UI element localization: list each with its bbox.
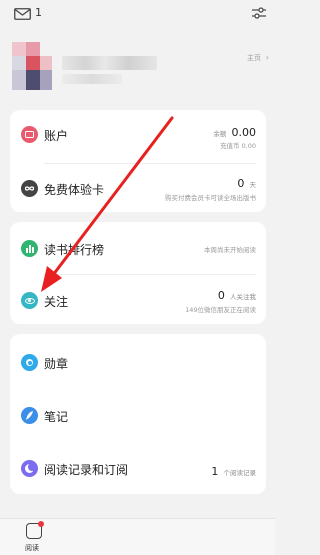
moon-icon: [21, 460, 38, 477]
divider: [44, 274, 256, 275]
balance-value: 0.00: [231, 126, 257, 139]
records-suffix: 个阅读记录: [223, 469, 257, 477]
trial-card-label: 免费体验卡: [44, 183, 105, 197]
username-blurred: [62, 56, 157, 70]
account-row[interactable]: 账户 余额 0.00 充值币 0.00: [10, 116, 266, 152]
reading-ranking-row[interactable]: 读书排行榜 本周尚未开始阅读: [10, 230, 266, 266]
reading-ranking-label: 读书排行榜: [44, 243, 105, 257]
wallet-icon: [21, 126, 38, 143]
badges-label: 勋章: [44, 357, 69, 371]
reading-records-label: 阅读记录和订阅: [44, 463, 129, 477]
mail-icon[interactable]: [14, 8, 31, 20]
trial-card-row[interactable]: 免费体验卡 0 天 购买付费会员卡可读全场出版书: [10, 170, 266, 206]
homepage-link[interactable]: 主页: [247, 53, 261, 63]
notes-label: 笔记: [44, 410, 69, 424]
follow-subtitle: 149位微信朋友正在阅读: [185, 306, 256, 314]
chevron-right-icon: ›: [265, 53, 269, 62]
social-card: 读书排行榜 本周尚未开始阅读 关注 0 人关注我 149位微信朋友正在阅读: [10, 222, 266, 324]
library-card: 勋章 笔记 阅读记录和订阅 1 个阅读记录: [10, 334, 266, 494]
records-count: 1: [211, 465, 219, 478]
notes-row[interactable]: 笔记: [10, 397, 266, 433]
follow-label: 关注: [44, 295, 69, 309]
trial-card-subtitle: 购买付费会员卡可读全场出版书: [165, 194, 256, 202]
user-info-blurred: [62, 74, 122, 84]
sliders-icon[interactable]: [251, 5, 267, 21]
feather-pen-icon: [21, 407, 38, 424]
badges-row[interactable]: 勋章: [10, 344, 266, 380]
mail-count: 1: [35, 6, 42, 19]
bar-chart-icon: [21, 240, 38, 257]
infinity-icon: [21, 180, 38, 197]
eye-icon: [21, 292, 38, 309]
recharge-coins: 充值币 0.00: [219, 142, 256, 150]
trial-days-unit: 天: [249, 181, 257, 189]
ranking-subtitle: 本周尚未开始阅读: [204, 246, 256, 254]
balance-label: 余额: [213, 130, 227, 138]
trial-days-value: 0: [237, 177, 245, 190]
account-label: 账户: [44, 129, 69, 143]
top-bar: 1: [0, 0, 275, 30]
bottom-nav: 阅读: [0, 518, 275, 555]
wallet-card: 账户 余额 0.00 充值币 0.00 免费体验卡 0 天 购买付费会员卡可读全…: [10, 110, 266, 212]
badge-icon: [21, 354, 38, 371]
follower-count: 0: [217, 289, 225, 302]
follower-suffix: 人关注我: [230, 293, 256, 301]
follow-row[interactable]: 关注 0 人关注我 149位微信朋友正在阅读: [10, 282, 266, 318]
divider: [44, 163, 256, 164]
avatar[interactable]: [12, 42, 52, 90]
notification-dot: [38, 521, 44, 527]
reading-records-row[interactable]: 阅读记录和订阅 1 个阅读记录: [10, 450, 266, 486]
tab-read[interactable]: 阅读: [25, 543, 39, 553]
profile-header[interactable]: 主页 ›: [0, 30, 275, 102]
